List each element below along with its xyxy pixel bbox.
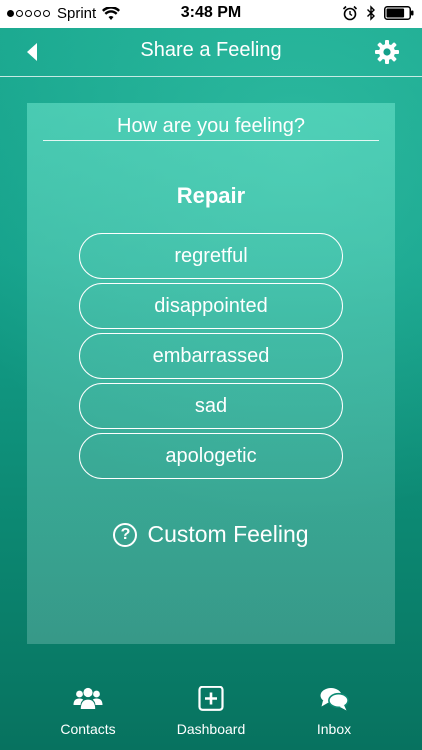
tab-dashboard-label: Dashboard xyxy=(176,721,246,737)
battery-icon xyxy=(384,6,414,20)
app-screen: Sprint 3:48 PM Share a Feeling How are y… xyxy=(0,0,422,750)
feeling-panel: How are you feeling? Repair regretful di… xyxy=(27,103,395,644)
question-prompt: How are you feeling? xyxy=(117,115,305,137)
tab-bar: Contacts Dashboard Inbox xyxy=(0,678,422,750)
feeling-option-disappointed[interactable]: disappointed xyxy=(79,283,343,329)
tab-contacts[interactable]: Contacts xyxy=(33,686,143,737)
custom-feeling-label: Custom Feeling xyxy=(147,521,309,547)
category-title: Repair xyxy=(176,183,246,208)
feeling-option-sad[interactable]: sad xyxy=(79,383,343,429)
status-bar: Sprint 3:48 PM xyxy=(0,0,422,28)
header-divider xyxy=(0,76,422,77)
feeling-option-embarrassed[interactable]: embarrassed xyxy=(79,333,343,379)
page-title: Share a Feeling xyxy=(140,39,282,61)
contacts-icon xyxy=(73,687,103,709)
tab-inbox-label: Inbox xyxy=(316,721,352,737)
status-right xyxy=(342,5,414,21)
inbox-icon xyxy=(320,688,349,711)
gear-icon[interactable] xyxy=(374,39,400,65)
feeling-option-regretful[interactable]: regretful xyxy=(79,233,343,279)
custom-feeling-button[interactable]: ? Custom Feeling xyxy=(27,521,395,548)
tab-contacts-label: Contacts xyxy=(60,721,116,737)
help-icon: ? xyxy=(113,522,138,547)
question-underline xyxy=(43,140,379,141)
dashboard-icon xyxy=(198,686,224,711)
header: Share a Feeling xyxy=(0,28,422,76)
alarm-icon xyxy=(342,5,358,21)
feeling-options: regretful disappointed embarrassed sad a… xyxy=(79,233,343,483)
feeling-option-apologetic[interactable]: apologetic xyxy=(79,433,343,479)
bluetooth-icon xyxy=(367,5,375,21)
tab-inbox[interactable]: Inbox xyxy=(279,686,389,737)
tab-dashboard[interactable]: Dashboard xyxy=(156,686,266,737)
